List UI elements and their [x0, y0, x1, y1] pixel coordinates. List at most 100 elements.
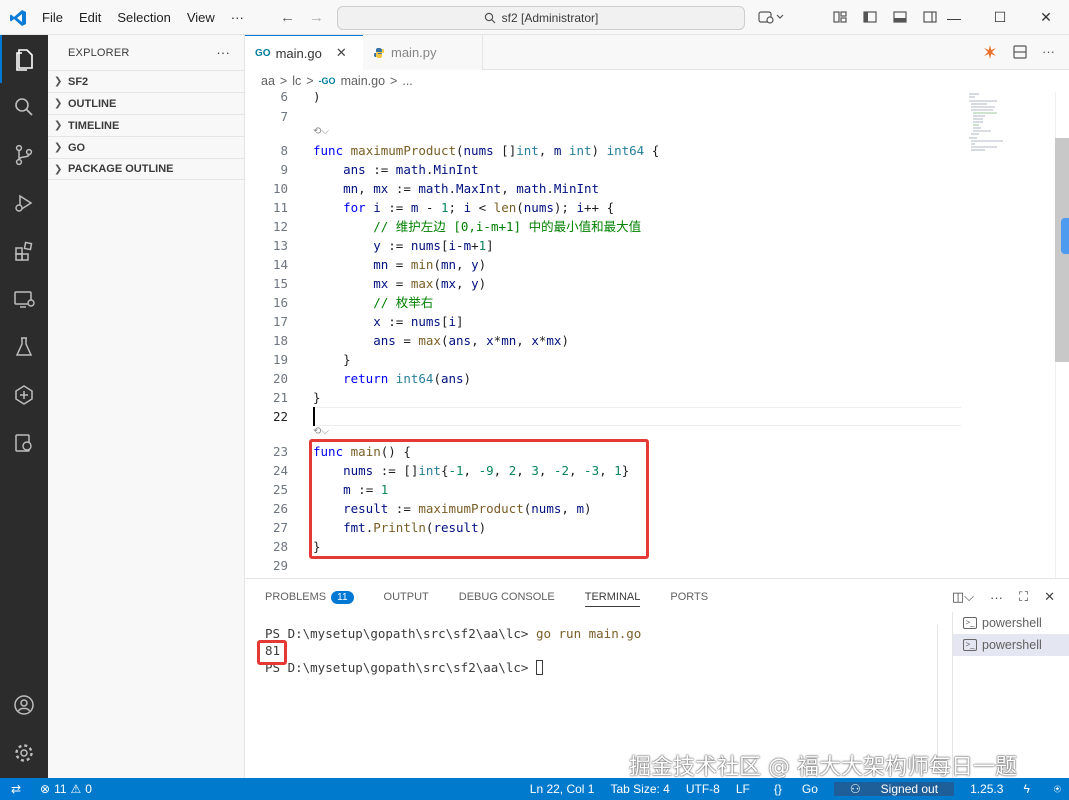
problems-status[interactable]: ⊗ 11 ⚠ 0	[32, 782, 92, 796]
forward-arrow-icon[interactable]: →	[309, 9, 324, 26]
menu-edit[interactable]: Edit	[71, 10, 109, 25]
menu-file[interactable]: File	[34, 10, 71, 25]
account-icon[interactable]	[0, 681, 48, 729]
more-actions-icon[interactable]: ···	[990, 590, 1003, 605]
code-line: // 维护左边 [0,i-m+1] 中的最小值和最大值	[373, 219, 642, 234]
sidebar-more-button[interactable]: ···	[216, 45, 230, 60]
remote-explorer-icon[interactable]	[0, 275, 48, 323]
extensions-icon[interactable]	[0, 227, 48, 275]
layout-controls	[758, 9, 938, 25]
terminal-icon: >_	[963, 617, 977, 629]
source-control-icon[interactable]	[0, 131, 48, 179]
settings-gear-icon[interactable]	[0, 729, 48, 777]
minimap[interactable]	[967, 92, 1017, 152]
section-timeline[interactable]: ❯ TIMELINE	[48, 114, 244, 136]
breadcrumb-symbol[interactable]: ...	[402, 74, 412, 88]
more-actions-icon[interactable]: ···	[1042, 44, 1055, 60]
tab-terminal[interactable]: TERMINAL	[584, 579, 640, 615]
tab-main-py[interactable]: main.py	[363, 35, 483, 70]
copilot-sparkle-icon[interactable]	[982, 44, 998, 60]
terminal-item-powershell[interactable]: >_ powershell	[953, 612, 1069, 634]
account-status[interactable]: ⚇ Signed out	[833, 782, 955, 796]
line-number: 24	[272, 463, 288, 478]
line-number: 25	[272, 482, 288, 497]
run-debug-icon[interactable]	[0, 179, 48, 227]
go-file-icon: GO	[255, 47, 271, 59]
command-center[interactable]: sf2 [Administrator]	[337, 6, 745, 30]
breadcrumb-file[interactable]: main.go	[341, 74, 385, 88]
copilot-icon[interactable]	[758, 9, 784, 25]
close-window-icon[interactable]: ✕	[1023, 0, 1069, 35]
line-number: 17	[272, 314, 288, 329]
go-version[interactable]: 1.25.3 ϟ	[954, 782, 1046, 796]
notifications-icon[interactable]: ⍟	[1046, 782, 1069, 797]
activity-bar	[0, 35, 48, 778]
close-panel-icon[interactable]: ✕	[1044, 589, 1055, 605]
search-icon	[484, 12, 496, 24]
codelens-icon[interactable]: ⟲⌵	[313, 426, 329, 437]
docker-icon[interactable]	[0, 419, 48, 467]
line-number: 11	[272, 200, 288, 215]
tab-label: main.py	[391, 45, 437, 60]
gitlens-icon[interactable]	[0, 371, 48, 419]
tab-size[interactable]: Tab Size: 4	[602, 782, 677, 796]
search-sidebar-icon[interactable]	[0, 83, 48, 131]
menu-more[interactable]: ···	[223, 10, 252, 25]
explorer-icon[interactable]	[0, 35, 48, 83]
line-number: 29	[272, 558, 288, 573]
maximize-panel-icon[interactable]: ⛶	[1019, 589, 1028, 605]
line-number: 21	[272, 390, 288, 405]
chevron-right-icon: ❯	[54, 98, 63, 109]
toggle-sidebar-icon[interactable]	[862, 9, 878, 25]
section-package-outline[interactable]: ❯ PACKAGE OUTLINE	[48, 158, 244, 180]
cursor-position[interactable]: Ln 22, Col 1	[522, 782, 603, 796]
section-outline[interactable]: ❯ OUTLINE	[48, 92, 244, 114]
go-file-icon: -GO	[318, 76, 336, 86]
line-number: 23	[272, 444, 288, 459]
line-number: 26	[272, 501, 288, 516]
chevron-right-icon: ❯	[54, 76, 63, 87]
current-line-highlight	[313, 407, 961, 426]
maximize-icon[interactable]: ☐	[977, 0, 1023, 35]
sidebar-header: EXPLORER ···	[48, 35, 244, 70]
breadcrumb-aa[interactable]: aa	[261, 74, 275, 88]
code-line: y := nums[i-m+1]	[373, 238, 494, 253]
error-icon: ⊗	[40, 782, 51, 796]
menu-view[interactable]: View	[179, 10, 223, 25]
end-of-line[interactable]: LF	[728, 782, 758, 796]
remote-indicator-icon[interactable]: ⇄	[0, 778, 32, 800]
section-sf2[interactable]: ❯ SF2	[48, 70, 244, 92]
testing-icon[interactable]	[0, 323, 48, 371]
tab-problems[interactable]: PROBLEMS 11	[265, 579, 354, 615]
tab-debug-console[interactable]: DEBUG CONSOLE	[459, 579, 555, 615]
menu-selection[interactable]: Selection	[109, 10, 178, 25]
close-tab-icon[interactable]: ✕	[336, 45, 347, 61]
split-editor-icon[interactable]	[1012, 44, 1028, 60]
line-number: 22	[272, 409, 288, 424]
code-line: }	[313, 390, 321, 405]
customize-layout-icon[interactable]	[832, 9, 848, 25]
line-number: 7	[280, 109, 288, 124]
breadcrumb-sep: >	[279, 74, 288, 88]
code-line: }	[313, 352, 351, 367]
side-handle[interactable]	[1061, 218, 1069, 254]
split-terminal-icon[interactable]: ◫⌵	[952, 589, 974, 605]
code-editor[interactable]: 6 ) 7 ⟲⌵ 8 func maximumProduct(nums []in…	[245, 92, 1069, 578]
breadcrumb-lc[interactable]: lc	[292, 74, 301, 88]
warning-icon: ⚠	[70, 782, 82, 796]
text-caret	[313, 407, 315, 426]
tab-output[interactable]: OUTPUT	[384, 579, 429, 615]
section-go[interactable]: ❯ GO	[48, 136, 244, 158]
command-center-label: sf2 [Administrator]	[501, 11, 599, 25]
language-mode[interactable]: {} Go	[758, 782, 834, 796]
terminal-item-powershell[interactable]: >_ powershell	[953, 634, 1069, 656]
toggle-panel-icon[interactable]	[892, 9, 908, 25]
codelens-icon[interactable]: ⟲⌵	[313, 126, 329, 137]
line-number: 14	[272, 257, 288, 272]
encoding[interactable]: UTF-8	[678, 782, 728, 796]
minimize-icon[interactable]: —	[931, 0, 977, 35]
tab-main-go[interactable]: GO main.go ✕	[245, 35, 363, 70]
back-arrow-icon[interactable]: ←	[280, 9, 295, 26]
terminal-output[interactable]: PS D:\mysetup\gopath\src\sf2\aa\lc> go r…	[265, 625, 641, 676]
tab-ports[interactable]: PORTS	[670, 579, 708, 615]
